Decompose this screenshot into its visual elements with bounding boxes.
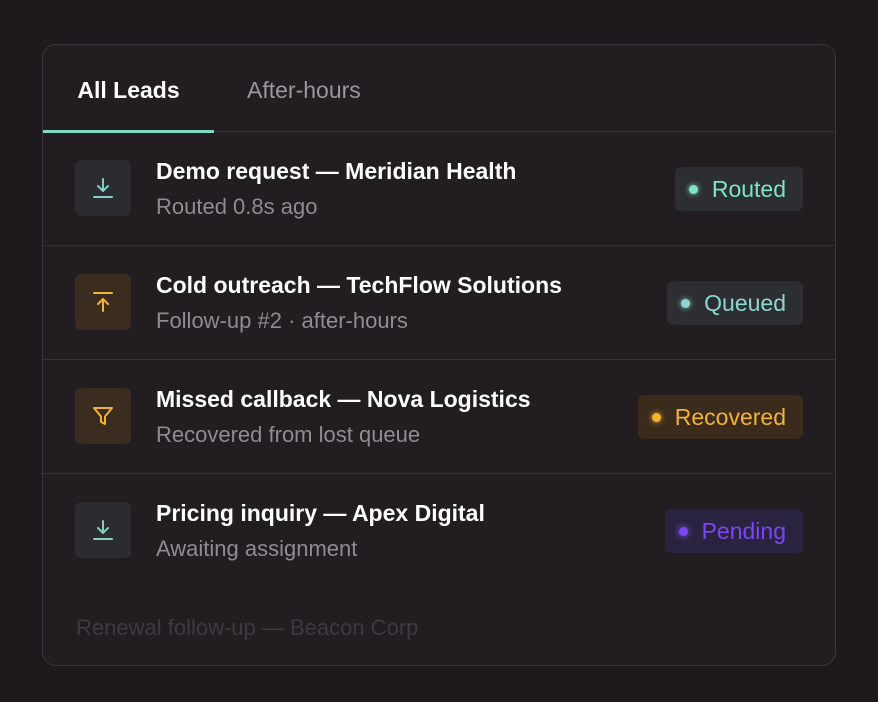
status-badge: Pending: [664, 509, 803, 553]
download-icon: [75, 502, 131, 558]
lead-row[interactable]: Cold outreach — TechFlow Solutions Follo…: [43, 246, 835, 360]
lead-title: Cold outreach — TechFlow Solutions: [156, 272, 562, 298]
lead-title: Missed callback — Nova Logistics: [156, 386, 531, 412]
lead-row[interactable]: Pricing inquiry — Apex Digital Awaiting …: [43, 474, 835, 588]
status-badge: Routed: [674, 167, 803, 211]
tab-bar: All Leads After-hours: [43, 45, 835, 133]
status-label: Recovered: [674, 403, 786, 430]
status-badge: Recovered: [637, 395, 803, 439]
lead-subtitle: Awaiting assignment: [156, 536, 358, 561]
status-badge: Queued: [667, 281, 803, 325]
lead-row[interactable]: Missed callback — Nova Logistics Recover…: [43, 360, 835, 474]
filter-icon: [75, 388, 131, 444]
download-icon: [75, 160, 131, 216]
tab-after-hours[interactable]: After-hours: [247, 45, 361, 131]
lead-title: Pricing inquiry — Apex Digital: [156, 500, 485, 526]
status-label: Queued: [704, 289, 786, 316]
lead-subtitle: Follow-up #2 · after-hours: [156, 308, 408, 333]
lead-title: Demo request — Meridian Health: [156, 158, 517, 184]
lead-subtitle: Routed 0.8s ago: [156, 194, 318, 219]
upload-icon: [75, 274, 131, 330]
lead-row[interactable]: Demo request — Meridian Health Routed 0.…: [43, 132, 835, 246]
tab-all-leads[interactable]: All Leads: [43, 45, 214, 131]
status-dot: [688, 184, 698, 194]
leads-panel: All Leads After-hours Demo request — Mer…: [42, 44, 836, 666]
status-dot: [651, 412, 661, 422]
faded-lead-item: Renewal follow-up — Beacon Corp: [76, 615, 419, 640]
lead-subtitle: Recovered from lost queue: [156, 422, 421, 447]
status-dot: [678, 526, 688, 536]
status-dot: [681, 298, 691, 308]
status-label: Pending: [701, 517, 786, 544]
status-label: Routed: [711, 175, 786, 202]
